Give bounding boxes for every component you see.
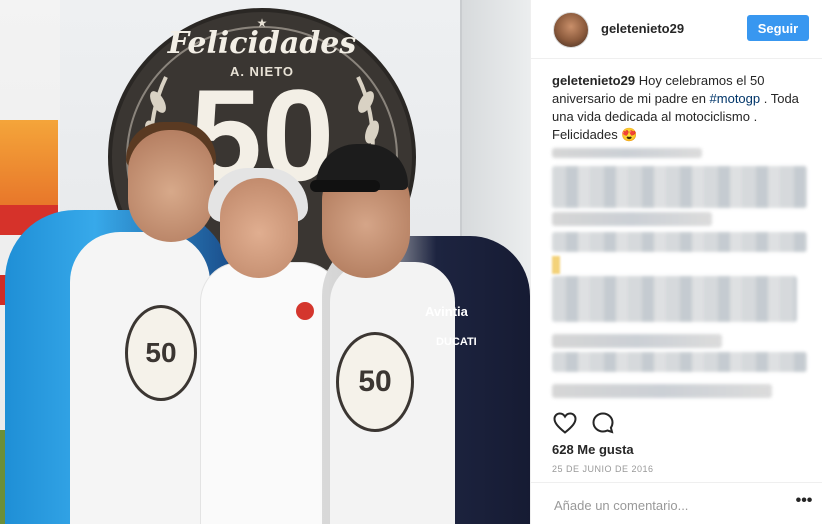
like-count[interactable]: 628 Me gusta: [552, 442, 634, 457]
tee-logo-right: 50: [336, 332, 414, 432]
blurred-comment-line: [552, 384, 772, 398]
instagram-post: ★ Felicidades A. NIETO 50 50 50 Avintia …: [0, 0, 822, 524]
caption-hashtag[interactable]: #motogp: [710, 91, 761, 106]
more-options-icon[interactable]: •••: [793, 493, 815, 513]
blurred-comment-line: [552, 148, 702, 158]
blurred-comment-line: [552, 212, 712, 226]
person-center-face: [220, 178, 298, 278]
blurred-comment-block: [552, 276, 797, 322]
follow-button[interactable]: Seguir: [747, 15, 809, 41]
blurred-comments: [552, 148, 812, 410]
header-username[interactable]: geletenieto29: [601, 21, 684, 36]
post-caption: geletenieto29 Hoy celebramos el 50 anive…: [552, 72, 808, 144]
comment-input[interactable]: [552, 491, 766, 519]
speech-bubble-icon[interactable]: [590, 410, 616, 436]
post-date[interactable]: 25 DE JUNIO DE 2016: [552, 464, 654, 474]
post-photo[interactable]: ★ Felicidades A. NIETO 50 50 50 Avintia …: [0, 0, 530, 524]
caption-username[interactable]: geletenieto29: [552, 73, 635, 88]
comment-bar: •••: [531, 482, 822, 525]
heart-eyes-emoji-icon: 😍: [621, 127, 638, 142]
person-left-face: [128, 130, 214, 242]
shirt-badge-icon: [296, 302, 314, 320]
person-center-shirt: [200, 262, 342, 524]
blurred-comment-line: [552, 334, 722, 348]
post-side-panel: geletenieto29 Seguir geletenieto29 Hoy c…: [530, 0, 822, 524]
blurred-emoji: [552, 256, 560, 274]
avatar[interactable]: [553, 12, 589, 48]
emblem-title: Felicidades: [167, 26, 357, 61]
jacket-brand-text: Avintia: [425, 304, 468, 319]
person-right-cap-brim: [310, 180, 380, 192]
photo-orange-banner: [0, 120, 58, 205]
tee-logo-left: 50: [125, 305, 197, 401]
blurred-comment-block: [552, 232, 807, 252]
post-header: geletenieto29 Seguir: [531, 0, 822, 59]
blurred-comment-block: [552, 352, 807, 372]
action-bar: [552, 410, 616, 436]
blurred-comment-block: [552, 166, 807, 208]
heart-outline-icon[interactable]: [552, 410, 578, 436]
jacket-sponsor-text: DUCATI: [436, 336, 477, 348]
